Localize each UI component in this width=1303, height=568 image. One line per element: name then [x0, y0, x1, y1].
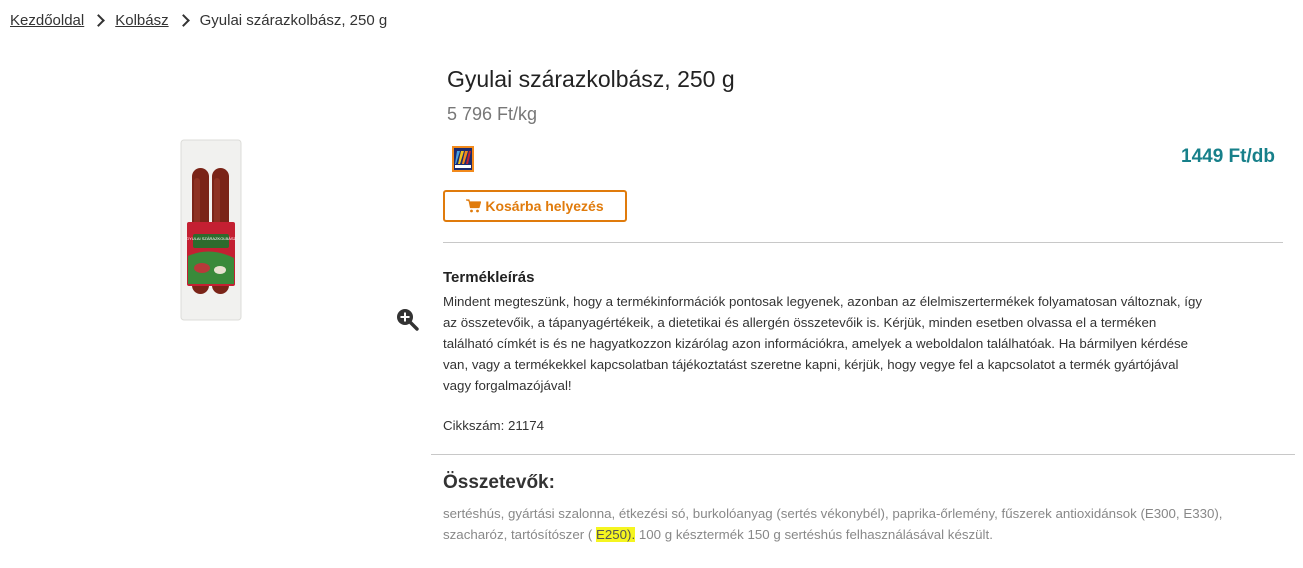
product-price: 1449 Ft/db: [1181, 146, 1275, 167]
ingredients-text: sertéshús, gyártási szalonna, étkezési s…: [443, 503, 1223, 545]
breadcrumb: Kezdőoldal Kolbász Gyulai szárazkolbász,…: [10, 12, 387, 29]
breadcrumb-category-link[interactable]: Kolbász: [115, 12, 168, 29]
product-image[interactable]: GYULAI SZÁRAZKOLBÁSZ: [180, 138, 242, 322]
divider: [431, 454, 1295, 455]
ingredients-text-after: 100 g késztermék 150 g sertéshús felhasz…: [635, 527, 993, 542]
sku-number: Cikkszám: 21174: [443, 418, 544, 433]
breadcrumb-home-link[interactable]: Kezdőoldal: [10, 12, 84, 29]
add-to-cart-label: Kosárba helyezés: [485, 198, 604, 214]
zoom-in-icon[interactable]: [395, 307, 419, 331]
description-heading: Termékleírás: [443, 269, 535, 286]
aldi-logo-icon: [452, 146, 474, 172]
ingredients-heading: Összetevők:: [443, 472, 555, 493]
chevron-right-icon: [92, 14, 106, 27]
cart-icon: [466, 199, 482, 213]
divider: [443, 242, 1283, 243]
chevron-right-icon: [176, 14, 190, 27]
breadcrumb-current: Gyulai szárazkolbász, 250 g: [199, 12, 388, 29]
add-to-cart-button[interactable]: Kosárba helyezés: [443, 190, 627, 222]
product-title: Gyulai szárazkolbász, 250 g: [447, 66, 735, 92]
description-text: Mindent megteszünk, hogy a termékinformá…: [443, 294, 1203, 393]
unit-price: 5 796 Ft/kg: [447, 104, 538, 124]
product-label-text: GYULAI SZÁRAZKOLBÁSZ: [186, 236, 237, 241]
ingredients-highlight: E250).: [595, 527, 636, 542]
